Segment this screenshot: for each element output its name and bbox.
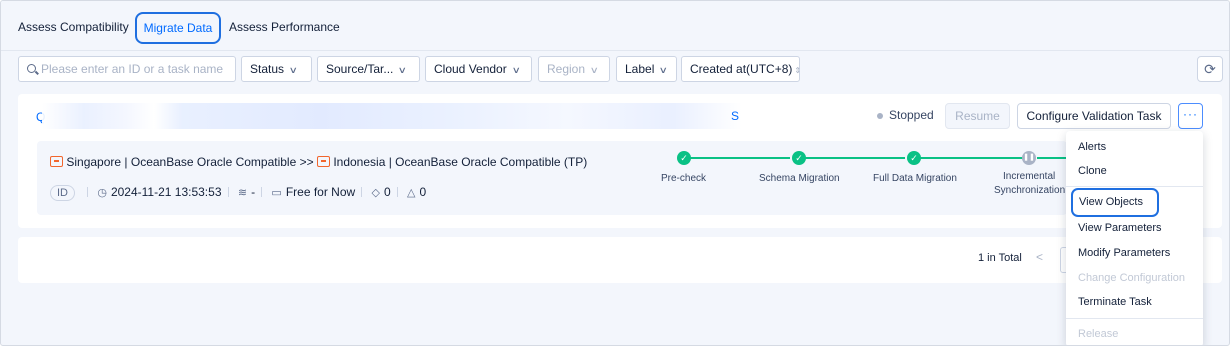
target-db: OceanBase Oracle Compatible (TP) <box>395 155 588 169</box>
divider <box>396 187 398 197</box>
billing-text: Free for Now <box>285 185 356 199</box>
refresh-button[interactable]: ⟳ <box>1197 56 1223 82</box>
source-target-filter-label: Source/Tar... <box>326 62 394 76</box>
task-meta: ID ◷ 2024-11-21 13:53:53 ≋ - ▭ Free for Now… <box>50 185 426 201</box>
menu-item-release: Release <box>1078 328 1119 340</box>
tab-assess-compatibility[interactable]: Assess Compatibility <box>18 17 129 37</box>
tab-bar: Assess Compatibility Migrate Data Assess… <box>1 1 1229 51</box>
search-input[interactable]: Please enter an ID or a task name <box>18 56 236 82</box>
tag-count: 0 <box>383 185 391 199</box>
pagination-total: 1 in Total <box>978 252 1022 264</box>
billing-icon: ▭ <box>271 187 282 199</box>
region-filter[interactable]: Region ∨ <box>538 56 610 82</box>
task-name-tail: S <box>731 109 740 123</box>
task-details: Singapore | OceanBase Oracle Compatible … <box>37 141 1067 215</box>
created-at-label: Created at(UTC+8) <box>690 62 793 76</box>
menu-item-view-objects[interactable]: View Objects <box>1071 188 1159 217</box>
id-badge[interactable]: ID <box>50 185 75 201</box>
search-icon <box>27 64 36 73</box>
status-filter[interactable]: Status ∨ <box>241 56 312 82</box>
menu-item-alerts[interactable]: Alerts <box>1066 135 1203 159</box>
task-status: Stopped <box>889 108 934 122</box>
created-time: 2024-11-21 13:53:53 <box>110 185 222 199</box>
app-frame: Assess Compatibility Migrate Data Assess… <box>0 0 1230 346</box>
step-connector <box>1037 157 1067 159</box>
step-label-schema-migration: Schema Migration <box>759 173 840 184</box>
target-region: Indonesia <box>333 155 386 169</box>
search-placeholder: Please enter an ID or a task name <box>41 62 224 76</box>
cloud-vendor-filter[interactable]: Cloud Vendor ∨ <box>425 56 532 82</box>
step-label-full-data-migration: Full Data Migration <box>873 173 957 184</box>
step-connector <box>690 157 790 159</box>
step-label-precheck: Pre-check <box>661 173 707 184</box>
source-region: Singapore <box>66 155 122 169</box>
check-icon: ✓ <box>907 151 921 165</box>
divider <box>261 187 263 197</box>
route-arrow: >> <box>299 155 314 169</box>
menu-item-terminate-task[interactable]: Terminate Task <box>1066 290 1203 314</box>
source-target-filter[interactable]: Source/Tar... ∨ <box>317 56 420 82</box>
label-filter[interactable]: Label ∨ <box>616 56 677 82</box>
tab-migrate-data[interactable]: Migrate Data <box>135 12 221 44</box>
menu-item-view-parameters[interactable]: View Parameters <box>1066 216 1203 240</box>
tab-assess-performance[interactable]: Assess Performance <box>229 17 340 37</box>
step-label-incremental-line1: Incremental <box>1003 171 1056 182</box>
tag-icon: ◇ <box>371 187 380 199</box>
menu-item-change-configuration: Change Configuration <box>1078 272 1186 284</box>
step-connector <box>920 157 1023 159</box>
divider <box>87 187 88 197</box>
configure-validation-task-button[interactable]: Configure Validation Task <box>1017 103 1171 129</box>
divider <box>227 187 229 197</box>
step-connector <box>805 157 905 159</box>
chevron-down-icon: ∨ <box>511 65 521 75</box>
instance-spec: - <box>251 185 256 199</box>
redacted-task-name <box>42 103 742 129</box>
refresh-icon: ⟳ <box>1204 61 1216 77</box>
sort-icon: ⇕ <box>794 66 802 75</box>
resume-button[interactable]: Resume <box>945 103 1010 129</box>
menu-divider <box>1066 186 1203 187</box>
pagination: 1 in Total < <box>18 237 1222 283</box>
check-icon: ✓ <box>792 151 806 165</box>
cloud-vendor-filter-label: Cloud Vendor <box>434 62 507 76</box>
status-dot-icon <box>877 113 883 119</box>
step-label-incremental-line2: Synchronization <box>994 185 1066 196</box>
check-icon: ✓ <box>677 151 691 165</box>
created-at-sorter[interactable]: Created at(UTC+8) ⇕ <box>681 56 802 82</box>
chevron-down-icon: ∨ <box>589 65 599 75</box>
pause-icon: ❚❚ <box>1022 151 1036 165</box>
more-actions-button[interactable]: ··· <box>1178 103 1203 129</box>
source-db: OceanBase Oracle Compatible <box>130 155 297 169</box>
status-filter-label: Status <box>250 62 285 76</box>
clock-icon: ◷ <box>97 187 107 199</box>
label-filter-label: Label <box>625 62 655 76</box>
region-filter-label: Region <box>547 62 586 76</box>
prev-page-button[interactable]: < <box>1036 250 1043 264</box>
task-card: Q S Stopped Resume Configure Validation … <box>18 94 1222 228</box>
alert-count: 0 <box>419 185 427 199</box>
divider <box>361 187 363 197</box>
database-icon <box>316 156 330 167</box>
chevron-down-icon: ∨ <box>659 65 669 75</box>
chevron-down-icon: ∨ <box>398 65 408 75</box>
layers-icon: ≋ <box>237 187 248 199</box>
chevron-down-icon: ∨ <box>288 65 298 75</box>
migration-route: Singapore | OceanBase Oracle Compatible … <box>50 155 587 169</box>
database-icon <box>50 156 63 167</box>
menu-item-clone[interactable]: Clone <box>1066 159 1203 183</box>
bell-icon: △ <box>407 187 416 199</box>
menu-item-modify-parameters[interactable]: Modify Parameters <box>1066 241 1203 265</box>
menu-divider <box>1066 318 1203 319</box>
more-actions-menu: Alerts Clone View Objects View Parameter… <box>1066 131 1203 345</box>
